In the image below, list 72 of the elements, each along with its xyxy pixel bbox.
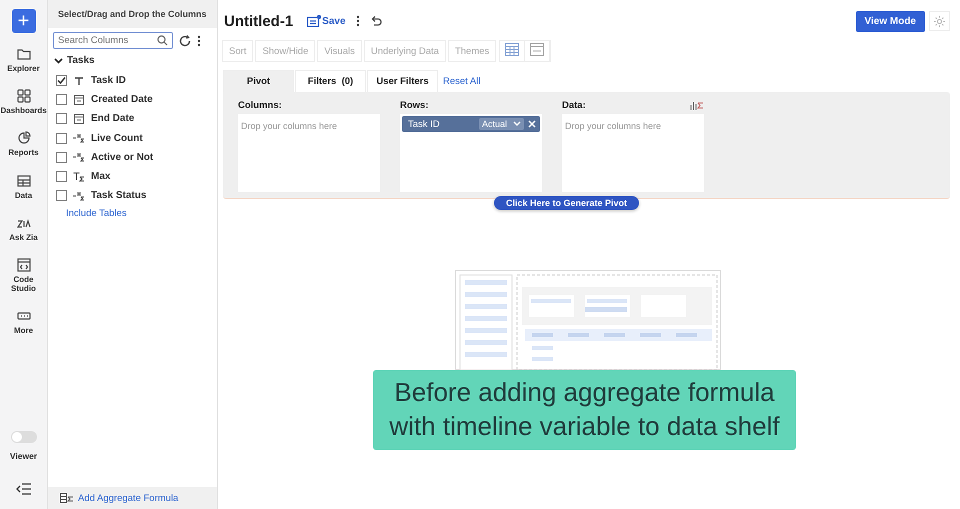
generate-pivot-button[interactable]: Click Here to Generate Pivot	[494, 196, 640, 210]
tab[interactable]: Filters (0)	[295, 70, 366, 92]
aggregate-formula-icon	[60, 493, 74, 503]
panel-title: Select/Drag and Drop the Columns	[48, 0, 217, 28]
reset-all-link[interactable]: Reset All	[443, 76, 480, 86]
rail-item[interactable]: Dashboards	[0, 85, 48, 120]
view-mode-button[interactable]: View Mode	[856, 10, 925, 32]
viewer-label: Viewer	[10, 451, 38, 461]
close-icon[interactable]	[528, 120, 536, 128]
checkbox[interactable]	[56, 113, 67, 124]
text-type-icon	[73, 76, 85, 86]
column-name[interactable]: Created Date	[91, 94, 153, 106]
more-options-icon[interactable]	[197, 34, 201, 46]
refresh-icon[interactable]	[179, 34, 191, 46]
grid-icon	[16, 89, 30, 104]
table-icon	[16, 174, 30, 188]
chevron-icon	[513, 121, 521, 127]
column-name[interactable]: Task Status	[91, 190, 146, 202]
rail-item[interactable]: Data	[0, 170, 48, 204]
save-button[interactable]: Save	[307, 15, 346, 27]
formula-icon	[73, 152, 85, 162]
formula-icon	[73, 133, 85, 144]
table-icon	[505, 43, 520, 56]
rail-item[interactable]: Ask Zia	[0, 212, 48, 246]
aggregate-formula-icon[interactable]	[690, 99, 704, 111]
search-field[interactable]: Search Columns	[53, 32, 173, 49]
calendar-icon	[73, 94, 85, 105]
column-name[interactable]: Task ID	[91, 75, 126, 86]
drop-zone[interactable]: Task ID Actual	[400, 114, 542, 192]
table-node[interactable]: Tasks	[54, 55, 217, 66]
report-title: Untitled-1	[224, 12, 294, 30]
column-name[interactable]: End Date	[91, 113, 134, 124]
new-button[interactable]: +	[12, 9, 36, 33]
shelf-label: Data:	[562, 100, 586, 110]
checkbox[interactable]	[56, 75, 67, 86]
tab[interactable]: Pivot	[223, 70, 294, 92]
checkbox[interactable]	[56, 94, 67, 106]
tab[interactable]: User Filters	[367, 70, 438, 92]
window-icon	[530, 43, 544, 56]
shelf-label: Rows:	[400, 100, 428, 110]
checkbox[interactable]	[56, 132, 67, 144]
rail-item[interactable]: More	[0, 305, 48, 340]
document-icon	[307, 15, 322, 27]
settings-button[interactable]	[929, 11, 950, 31]
code-icon	[16, 258, 30, 272]
drop-hint: Drop your columns here	[240, 120, 338, 133]
aggregate-formula-icon	[73, 172, 85, 182]
pie-chart-icon	[16, 131, 30, 146]
checkbox[interactable]	[56, 190, 67, 202]
gear-icon	[933, 14, 946, 28]
field-chip[interactable]: Task ID Actual	[402, 116, 540, 132]
column-name[interactable]: Live Count	[91, 132, 143, 144]
more-options-icon[interactable]	[356, 15, 360, 27]
drop-hint: Drop your columns here	[564, 120, 662, 133]
collapse-icon[interactable]	[16, 483, 32, 495]
checkbox[interactable]	[56, 171, 67, 182]
viewer-toggle[interactable]	[10, 431, 36, 443]
shelf-label: Columns:	[238, 100, 282, 110]
calendar-icon	[73, 114, 85, 124]
caption-banner: Before adding aggregate formula with timeline variable to data shelf	[373, 370, 796, 450]
rail-item[interactable]: Explorer	[0, 43, 48, 78]
column-name[interactable]: Active or Not	[91, 152, 154, 163]
rail-item[interactable]: Code Studio	[0, 254, 48, 298]
rail-item[interactable]: Reports	[0, 127, 48, 162]
folder-icon	[16, 47, 30, 61]
column-name[interactable]: Max	[91, 171, 110, 182]
field-name: Task ID	[408, 118, 441, 130]
checkbox[interactable]	[56, 152, 67, 163]
include-tables-link[interactable]: Include Tables	[66, 208, 217, 220]
undo-icon[interactable]	[370, 15, 382, 27]
formula-icon	[73, 190, 85, 201]
search-icon	[157, 35, 168, 46]
